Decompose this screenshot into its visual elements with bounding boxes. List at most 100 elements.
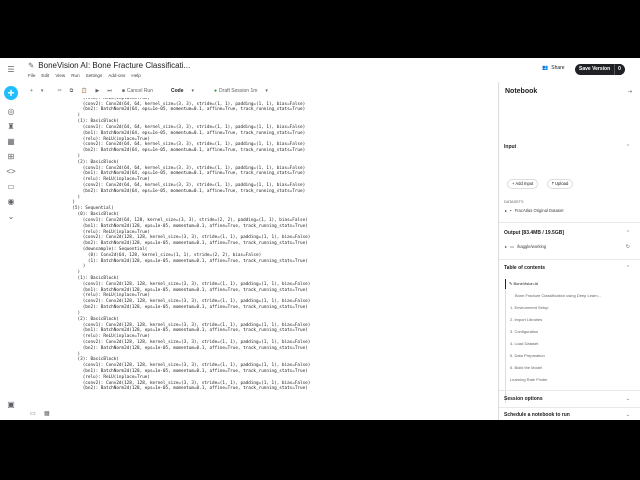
draft-session-label: Draft Session 1m (219, 88, 258, 94)
draft-session-status[interactable]: ● Draft Session 1m (214, 88, 257, 94)
menu-settings[interactable]: Settings (86, 73, 103, 78)
schedule-title[interactable]: Schedule a notebook to run (504, 412, 570, 418)
share-button[interactable]: 👥 Share (542, 65, 565, 71)
dataset-icon: ▪ (510, 208, 512, 213)
layout-icon[interactable]: ▦ (44, 410, 50, 417)
output-line: (conv1): Conv2d(64, 128, kernel_size=(3,… (62, 217, 308, 223)
stop-icon: ■ (121, 88, 125, 94)
more-icon[interactable]: ⌄ (6, 212, 16, 222)
toc-section-title[interactable]: Table of contents (504, 265, 545, 271)
add-cell-icon[interactable]: + (30, 88, 33, 94)
folder-icon: ▭ (510, 244, 515, 249)
cell-type-chevron-icon[interactable]: ▾ (192, 88, 195, 94)
cut-icon[interactable]: ✂ (57, 88, 61, 94)
notebook-side-panel: Notebook ⇥ Input ⌃ + Add Input ⤒ Upload … (498, 82, 640, 420)
session-options-title[interactable]: Session options (504, 396, 543, 402)
toc-item-configuration[interactable]: 3. Configuration (510, 329, 538, 334)
menu-view[interactable]: View (55, 73, 65, 78)
output-folder-item[interactable]: ▸ ▭ /kaggle/working (505, 244, 546, 249)
notebook-title[interactable]: BoneVision AI: Bone Fracture Classificat… (38, 61, 190, 70)
output-line: (conv2): Conv2d(128, 128, kernel_size=(3… (62, 339, 311, 345)
create-plus-icon[interactable]: + (4, 86, 18, 100)
output-chevron-icon[interactable]: ⌃ (626, 230, 630, 236)
save-version-count: 0 (614, 64, 621, 75)
menu-bar: File Edit View Run Settings Add-ons Help (28, 73, 141, 78)
menu-run[interactable]: Run (71, 73, 79, 78)
divider (499, 259, 640, 260)
upload-icon: ⤒ (552, 181, 554, 186)
input-section-title[interactable]: Input (504, 144, 516, 150)
toc-item-classification[interactable]: Bone Fracture Classification using Deep … (515, 293, 601, 298)
cancel-run-button[interactable]: ■ Cancel Run (122, 88, 153, 94)
output-line: (bn2): BatchNorm2d(64, eps=1e-05, moment… (62, 107, 306, 113)
divider (499, 407, 640, 408)
output-line: (bn2): BatchNorm2d(128, eps=1e-05, momen… (62, 305, 308, 311)
panel-title: Notebook (505, 88, 538, 95)
notebook-header: ✎ BoneVision AI: Bone Fracture Classific… (22, 58, 640, 82)
kaggle-home-icon[interactable]: ▣ (6, 400, 16, 410)
learn-icon[interactable]: ◉ (6, 197, 16, 207)
upload-button[interactable]: ⤒ Upload (547, 179, 574, 189)
toc-item-load-dataset[interactable]: 4. Load Dataset (510, 341, 538, 346)
output-line: (bn2): BatchNorm2d(128, eps=1e-05, momen… (62, 345, 308, 351)
output-section-title[interactable]: Output [83.4MB / 19.5GB] (504, 230, 564, 236)
title-row: ✎ BoneVision AI: Bone Fracture Classific… (28, 61, 190, 70)
output-line: (bn2): BatchNorm2d(64, eps=1e-05, moment… (62, 148, 306, 154)
upload-label: Upload (555, 181, 569, 186)
menu-add-ons[interactable]: Add-ons (108, 73, 125, 78)
toc-active-indicator (505, 279, 506, 289)
discussion-icon[interactable]: ▭ (6, 182, 16, 192)
collapse-panel-icon[interactable]: ⇥ (628, 89, 632, 95)
session-options-chevron-icon[interactable]: ⌄ (626, 396, 630, 402)
toc-track (505, 279, 506, 403)
menu-file[interactable]: File (28, 73, 35, 78)
models-icon[interactable]: ⊞ (6, 152, 16, 162)
toc-item-environment-setup[interactable]: 1. Environment Setup (510, 305, 548, 310)
session-chevron-icon[interactable]: ▾ (265, 88, 268, 94)
output-line: (bn2): BatchNorm2d(64, eps=1e-05, moment… (62, 188, 306, 194)
notebook-toolbar: + ▾ ✂ ⧉ 📋 ▶ ⏭ ■ Cancel Run Code ▾ ● Draf… (22, 84, 498, 98)
datasets-label: DATASETS (504, 200, 524, 204)
output-line: (bn1): BatchNorm2d(128, eps=1e-05, momen… (62, 223, 308, 229)
hamburger-menu-icon[interactable]: ☰ (6, 65, 16, 75)
toc-item-build-model[interactable]: 6. Build the Model (510, 365, 542, 370)
menu-help[interactable]: Help (131, 73, 140, 78)
session-status-dot-icon: ● (214, 88, 218, 94)
save-version-label: Save Version (579, 66, 611, 72)
schedule-chevron-icon[interactable]: ⌄ (626, 412, 630, 418)
save-version-button[interactable]: Save Version 0 (575, 64, 625, 75)
toc-chevron-icon[interactable]: ⌃ (626, 265, 630, 271)
toc-item-data-preparation[interactable]: 5. Data Preparation (510, 353, 545, 358)
menu-edit[interactable]: Edit (41, 73, 49, 78)
run-icon[interactable]: ▶ (95, 88, 99, 94)
copy-icon[interactable]: ⧉ (70, 88, 74, 94)
trophy-icon[interactable]: ♜ (6, 122, 16, 132)
code-icon[interactable]: <> (6, 167, 16, 177)
toc-item-lr-finder[interactable]: Learning Rate Finder (510, 377, 548, 382)
paste-icon[interactable]: 📋 (81, 88, 87, 94)
toc-item-import-libraries[interactable]: 2. Import Libraries (510, 317, 542, 322)
chevron-down-icon[interactable]: ▾ (41, 88, 44, 94)
table-icon[interactable]: ▦ (6, 137, 16, 147)
edit-pencil-icon[interactable]: ✎ (28, 61, 34, 70)
share-icon: 👥 (542, 65, 549, 71)
kaggle-notebook-editor: ☰ + ◎ ♜ ▦ ⊞ <> ▭ ◉ ⌄ ▣ ✎ BoneVision AI: … (0, 58, 640, 420)
output-line: (bn1): BatchNorm2d(64, eps=1e-05, moment… (62, 130, 306, 136)
divider (499, 390, 640, 391)
dataset-name: FracAtlas Original Dataset (514, 208, 564, 213)
left-rail: ☰ + ◎ ♜ ▦ ⊞ <> ▭ ◉ ⌄ ▣ (0, 58, 22, 420)
output-line: (bn2): BatchNorm2d(128, eps=1e-05, momen… (62, 386, 308, 392)
cell-output-text: (bn1): BatchNorm2d(64, eps=1e-05, moment… (62, 98, 310, 392)
dataset-item[interactable]: ▸ ▪ FracAtlas Original Dataset (505, 208, 563, 213)
input-chevron-icon[interactable]: ⌃ (626, 144, 630, 150)
add-input-button[interactable]: + Add Input (507, 179, 539, 189)
refresh-icon[interactable]: ↻ (626, 244, 630, 250)
console-icon[interactable]: ▭ (30, 410, 36, 417)
cell-type-select[interactable]: Code (171, 88, 184, 94)
output-line: (bn1): BatchNorm2d(128, eps=1e-05, momen… (62, 369, 308, 374)
cell-output-area[interactable]: (bn1): BatchNorm2d(64, eps=1e-05, moment… (22, 98, 498, 410)
cancel-run-label: Cancel Run (126, 88, 153, 94)
compass-icon[interactable]: ◎ (6, 107, 16, 117)
fast-forward-icon[interactable]: ⏭ (107, 88, 112, 94)
toc-item-bonevision[interactable]: ✎ BoneVision AI (509, 281, 538, 286)
